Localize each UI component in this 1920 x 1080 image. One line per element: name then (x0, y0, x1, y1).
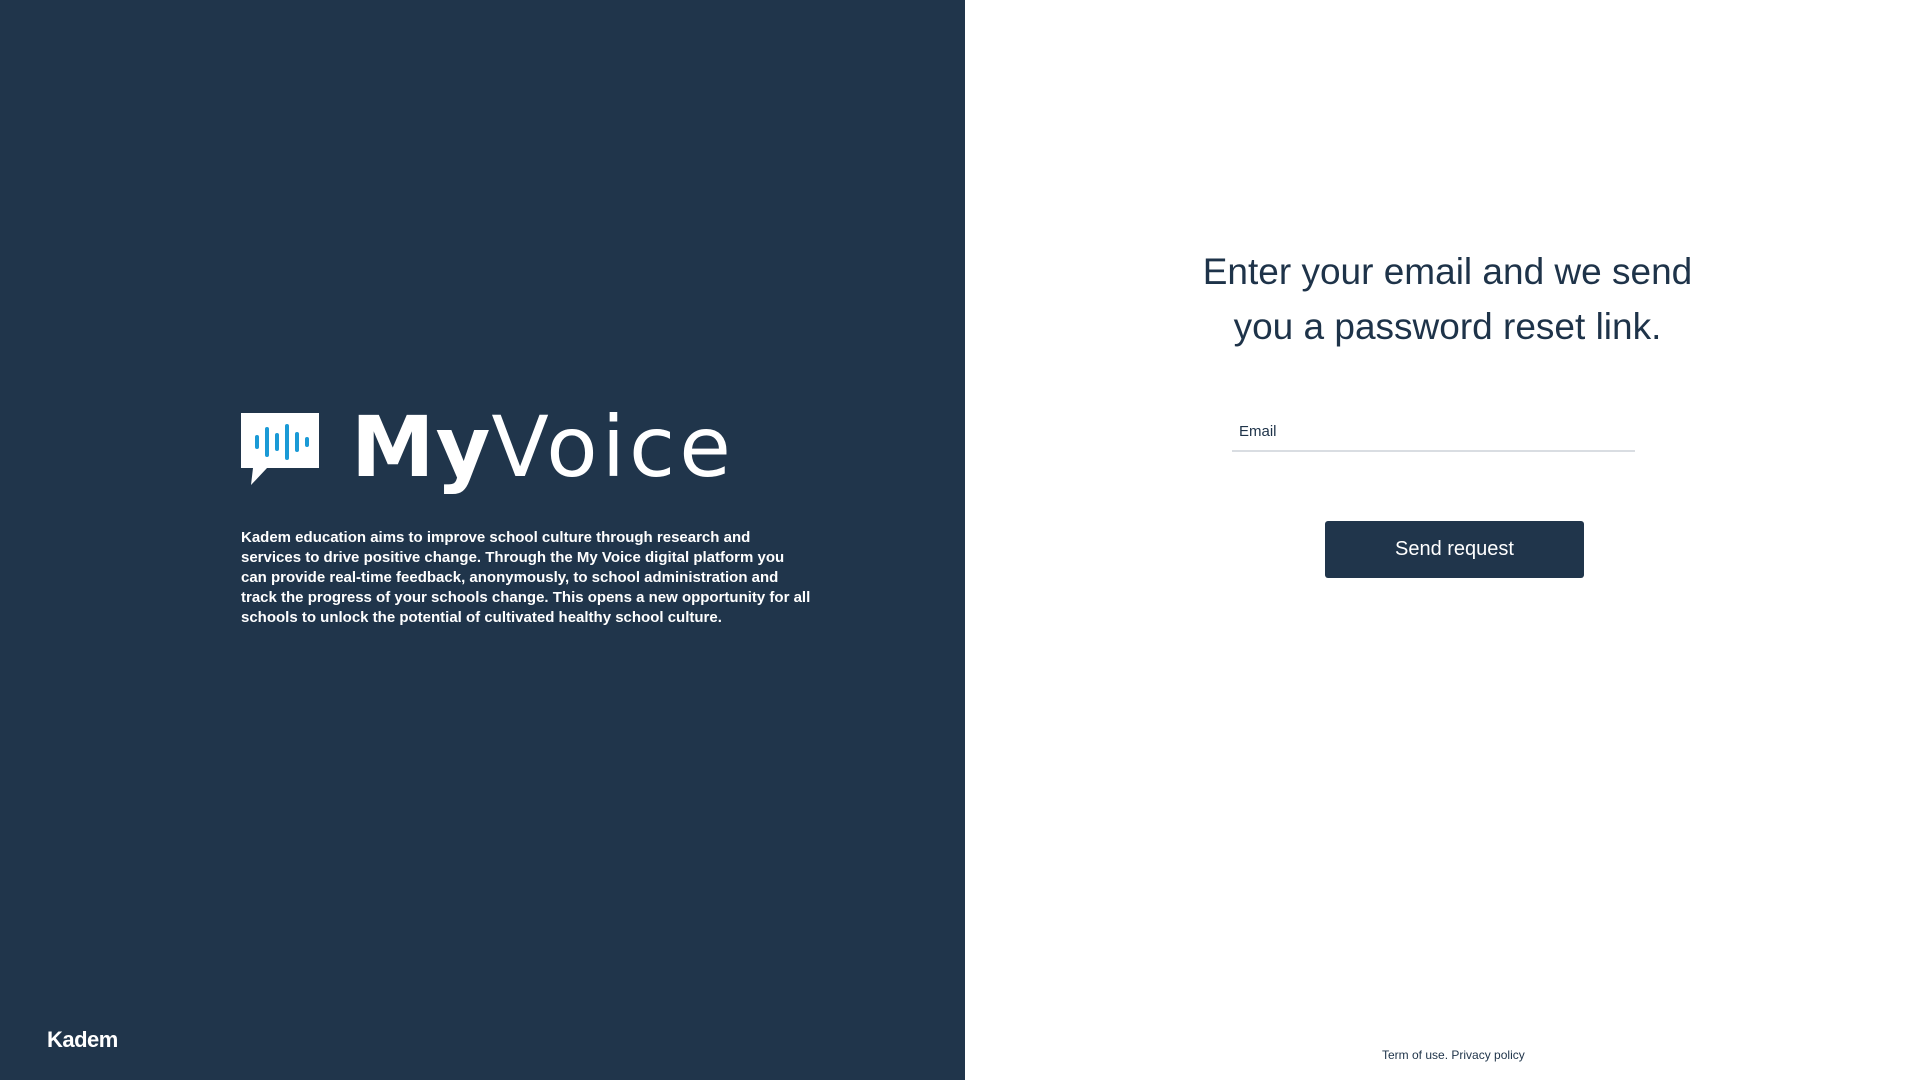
form-heading: Enter your email and we send you a passw… (1202, 251, 1693, 347)
email-field[interactable] (1232, 412, 1635, 452)
speech-bubble-soundwave-icon (241, 413, 319, 485)
reset-form-panel: Enter your email and we send you a passw… (965, 0, 1920, 1080)
company-logo: Kadem (47, 1027, 118, 1052)
brand-panel: MyVoice Kadem education aims to improve … (0, 0, 965, 1080)
send-request-button[interactable]: Send request (1325, 521, 1584, 578)
logo-voice: Voice (491, 398, 735, 496)
footer-links: Term of use. Privacy policy (1382, 1048, 1525, 1062)
terms-link[interactable]: Term of use. (1382, 1048, 1448, 1062)
page: MyVoice Kadem education aims to improve … (0, 0, 1920, 1080)
privacy-link[interactable]: Privacy policy (1451, 1048, 1524, 1062)
brand-description: Kadem education aims to improve school c… (241, 529, 811, 626)
logo-wordmark: MyVoice (351, 405, 735, 489)
logo-my: My (351, 398, 492, 496)
myvoice-logo: MyVoice (241, 405, 735, 489)
